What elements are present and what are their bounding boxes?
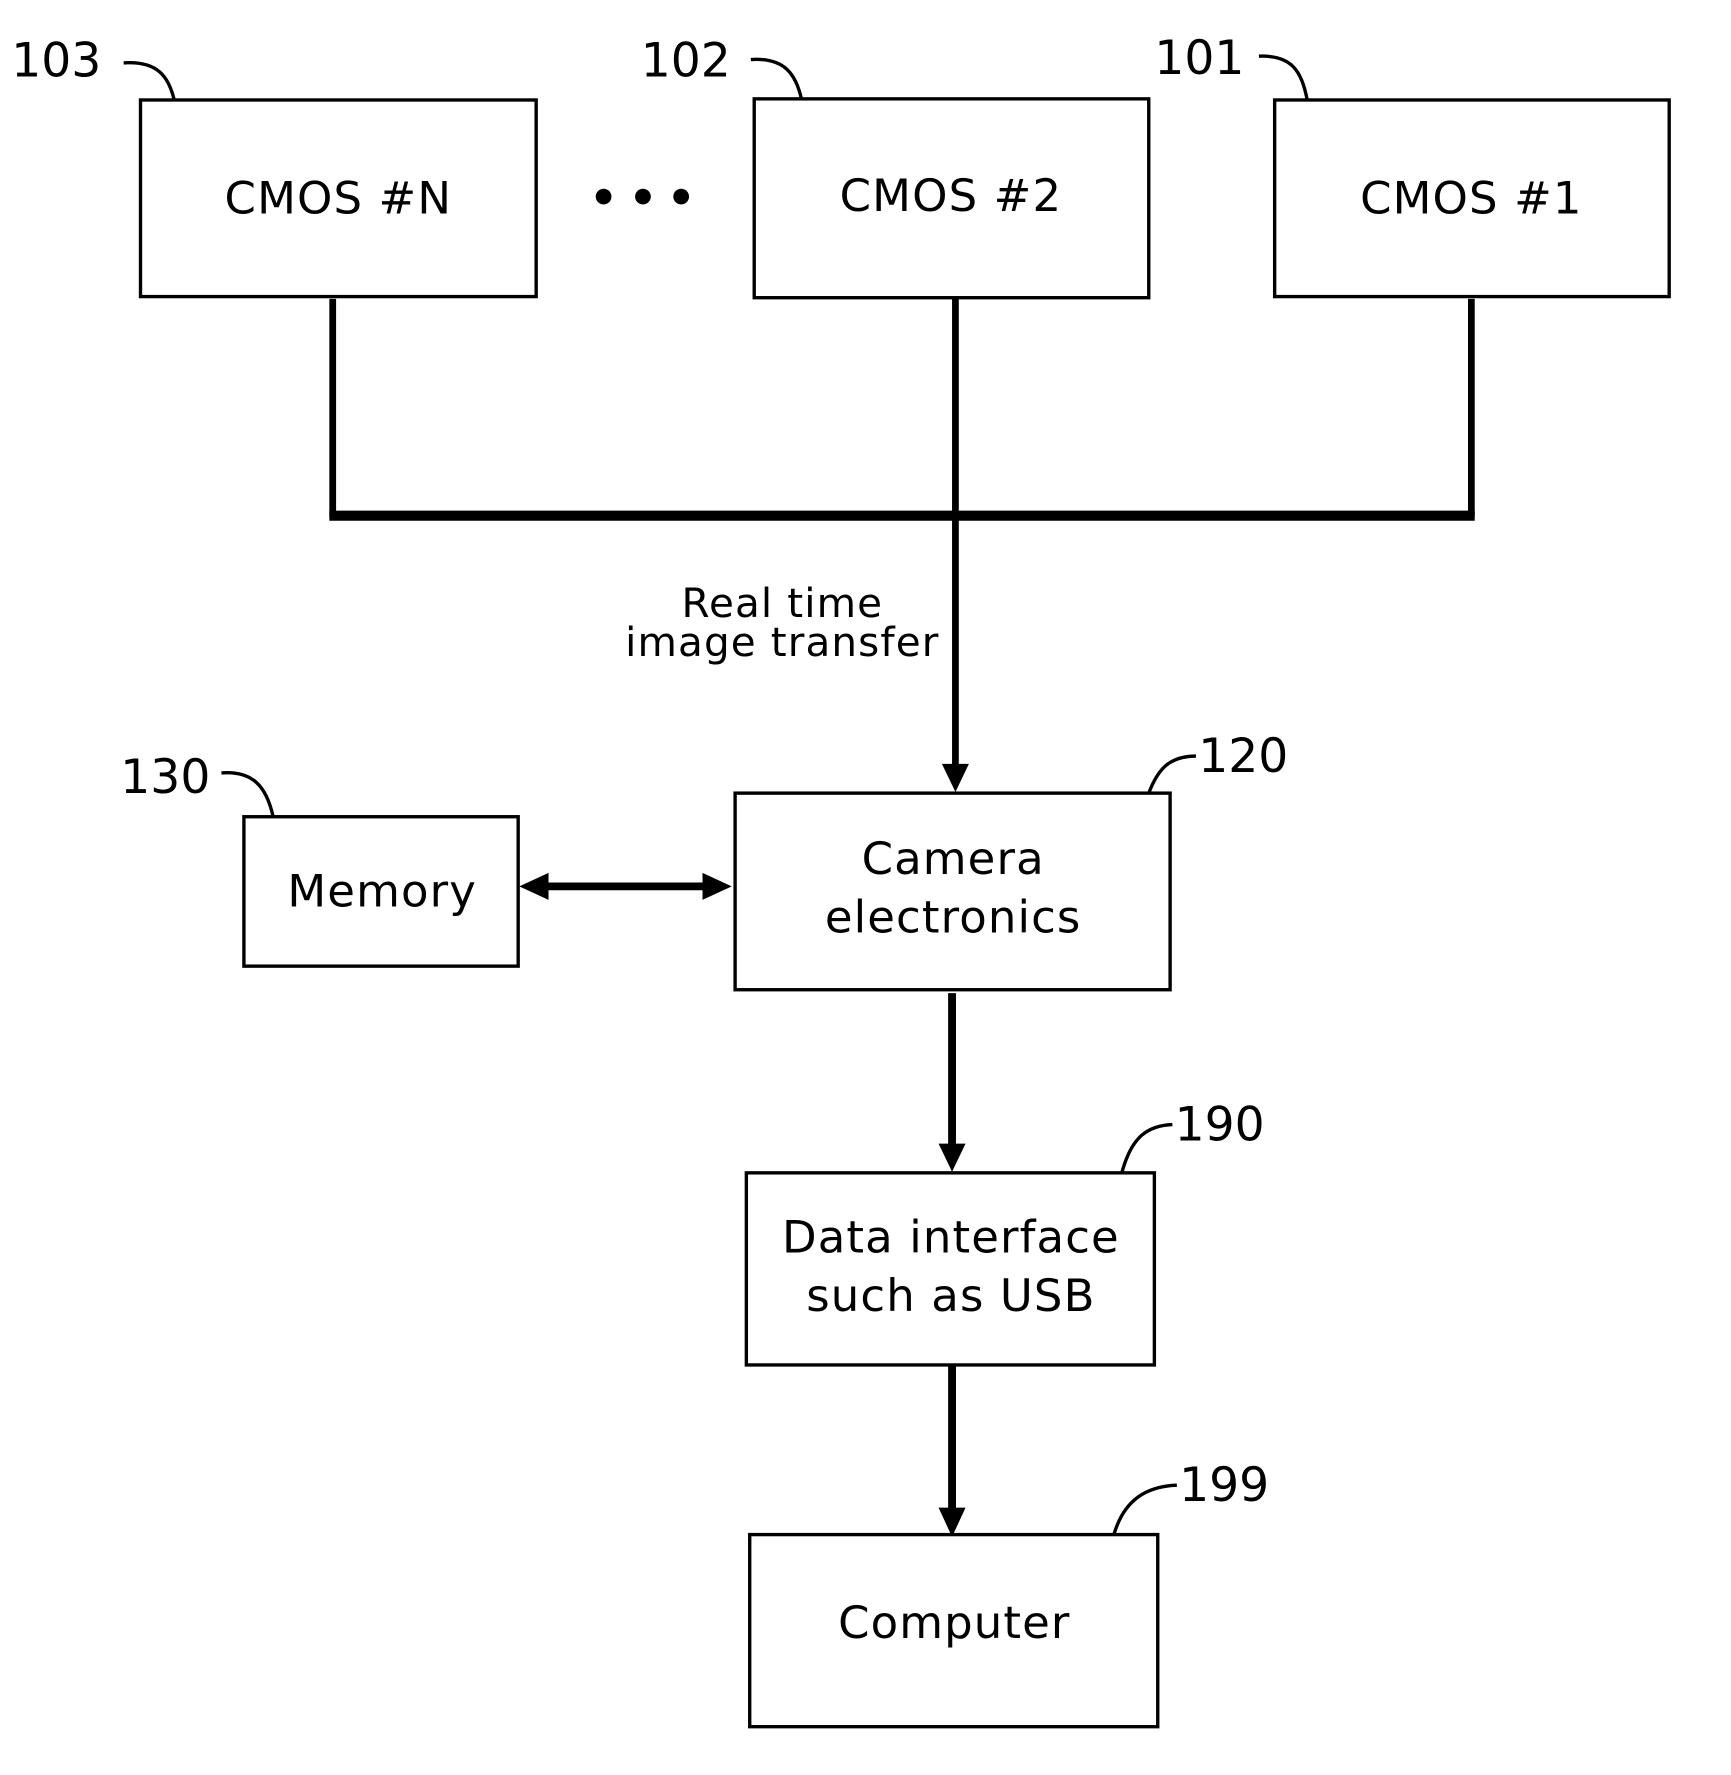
arrow-bus-to-camera <box>941 515 969 793</box>
ref-101: 101 <box>1154 31 1244 86</box>
arrow-head-down <box>941 763 969 793</box>
ref-103: 103 <box>11 33 101 88</box>
arrow-head-down <box>938 1507 966 1537</box>
block-diagram: CMOS #N 103 CMOS #2 102 CMOS #1 101 Real… <box>11 31 1671 1729</box>
ellipsis-dot <box>673 188 690 205</box>
cmos-2-block: CMOS #2 <box>752 97 1151 300</box>
leader-120 <box>1147 754 1196 794</box>
ref-199: 199 <box>1179 1458 1269 1513</box>
ellipsis-dot <box>635 188 651 205</box>
leader-199 <box>1112 1483 1177 1536</box>
leader-101 <box>1258 54 1309 101</box>
arrow-head-right <box>702 872 732 900</box>
cmos-n-block: CMOS #N <box>138 98 538 299</box>
ellipsis-dot <box>595 188 612 205</box>
arrow-interface-to-computer <box>938 1366 966 1537</box>
leader-130 <box>221 771 275 818</box>
leader-190 <box>1120 1122 1173 1174</box>
arrow-head-left <box>519 872 549 900</box>
ref-130: 130 <box>120 750 210 805</box>
memory-block: Memory <box>242 815 520 968</box>
cmos-1-label: CMOS #1 <box>1360 171 1583 224</box>
data-interface-label-line1: Data interface <box>782 1211 1120 1264</box>
sensor-bus <box>329 298 1475 521</box>
arrow-memory-camera <box>519 872 732 900</box>
arrow-camera-to-interface <box>938 993 966 1172</box>
ref-190: 190 <box>1175 1097 1265 1152</box>
ref-120: 120 <box>1198 729 1288 784</box>
computer-label: Computer <box>838 1596 1070 1649</box>
camera-label-line1: Camera <box>862 832 1045 885</box>
arrow-head-down <box>938 1143 966 1172</box>
ref-102: 102 <box>641 33 731 88</box>
data-interface-label-line2: such as USB <box>806 1269 1095 1322</box>
cmos-1-block: CMOS #1 <box>1272 98 1671 299</box>
ellipsis-dots <box>595 188 690 205</box>
memory-label: Memory <box>287 865 477 918</box>
leader-102 <box>750 57 804 100</box>
camera-label-line2: electronics <box>825 890 1082 943</box>
cmos-2-label: CMOS #2 <box>840 169 1063 222</box>
leader-103 <box>123 61 176 101</box>
computer-block: Computer <box>748 1532 1160 1729</box>
camera-electronics-block: Camera electronics <box>733 791 1172 992</box>
transfer-annotation-line2: image transfer <box>625 618 939 666</box>
data-interface-block: Data interface such as USB <box>744 1171 1157 1367</box>
cmos-n-label: CMOS #N <box>225 171 453 224</box>
